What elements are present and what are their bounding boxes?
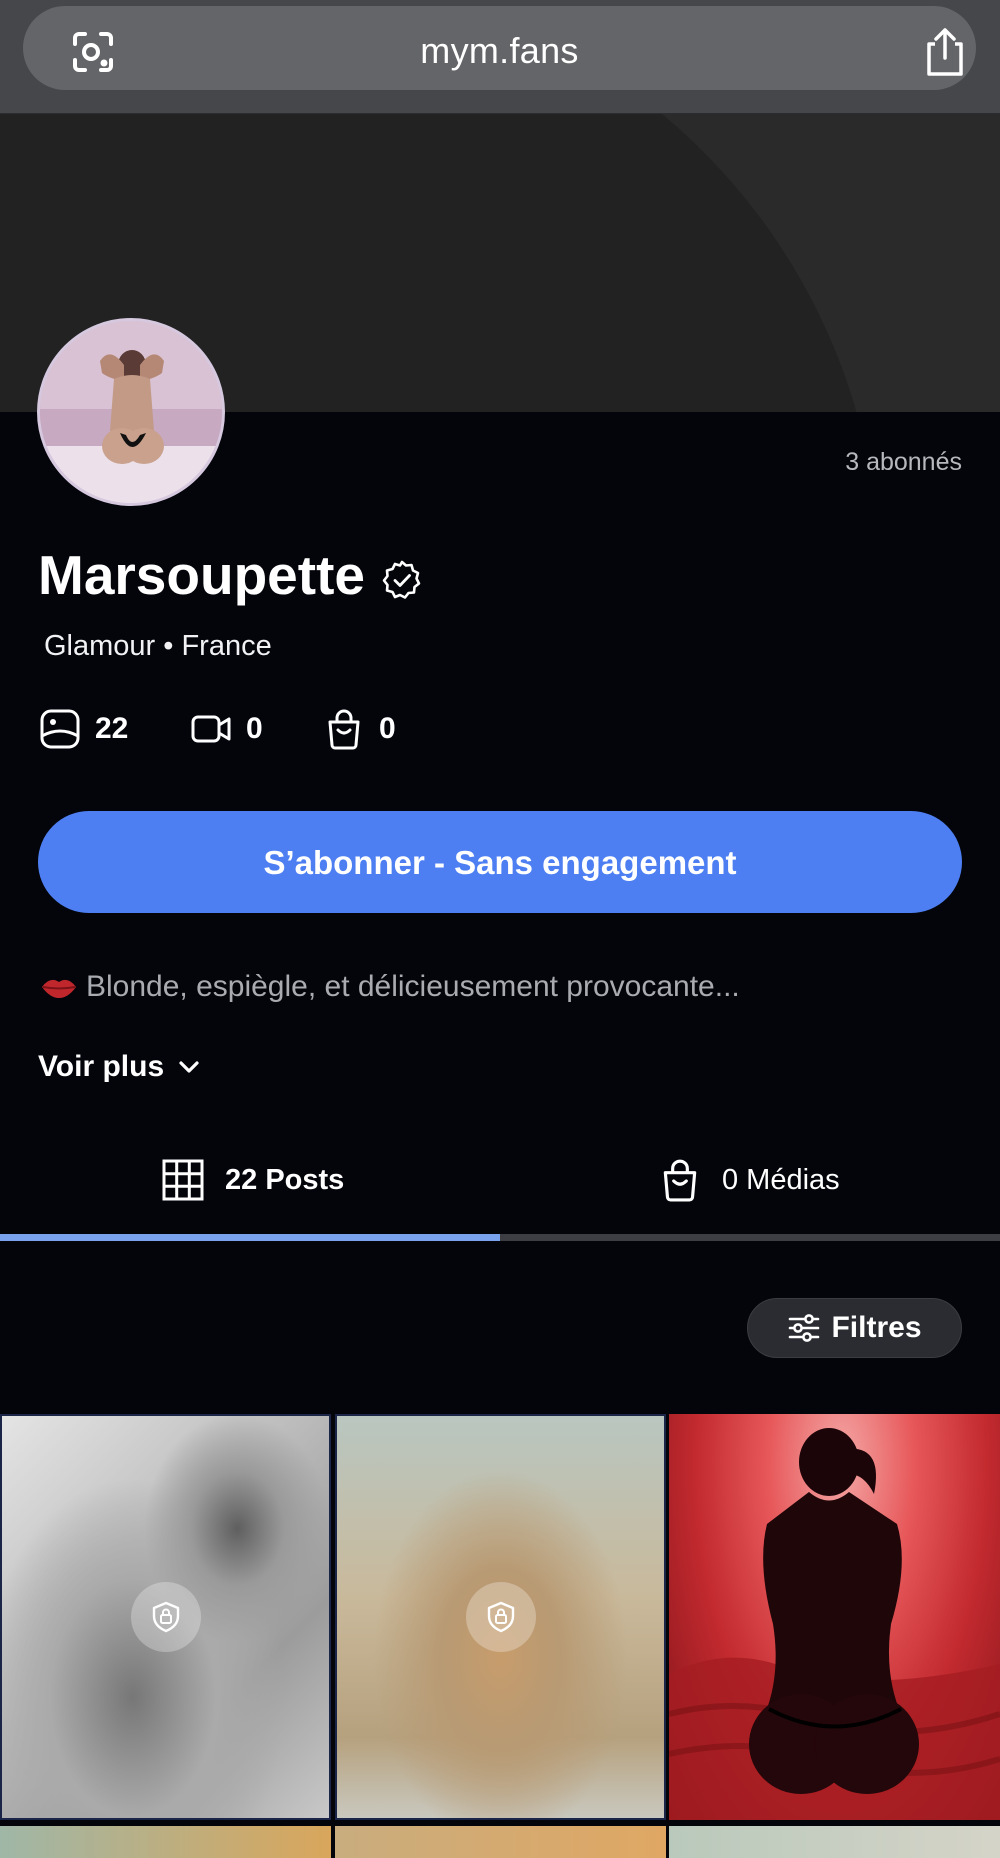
tab-medias-label: 0 Médias: [722, 1163, 840, 1196]
post-thumbnail[interactable]: [0, 1826, 331, 1858]
lock-shield-icon: [487, 1601, 514, 1633]
videos-stat: 0: [190, 706, 263, 752]
shop-stat: 0: [323, 706, 396, 752]
post-thumbnail[interactable]: [669, 1826, 1000, 1858]
tab-indicator-active: [0, 1234, 500, 1241]
post-thumbnail-locked[interactable]: [335, 1414, 666, 1820]
photos-count: 22: [95, 712, 129, 745]
profile-bio: Blonde, espiègle, et délicieusement prov…: [40, 970, 960, 1004]
filters-label: Filtres: [831, 1311, 922, 1344]
profile-name: Marsoupette: [38, 544, 365, 606]
avatar-photo: [40, 321, 222, 503]
see-more-label: Voir plus: [38, 1050, 165, 1083]
shop-count: 0: [379, 712, 396, 745]
shopping-bag-icon: [663, 1159, 697, 1202]
avatar[interactable]: [37, 318, 225, 506]
post-thumbnail[interactable]: [669, 1414, 1000, 1820]
post-photo: [669, 1428, 1000, 1820]
chevron-down-icon: [179, 1061, 199, 1073]
filters-button[interactable]: Filtres: [747, 1298, 962, 1358]
lock-badge: [465, 1582, 536, 1652]
videos-count: 0: [246, 712, 263, 745]
lips-icon: [42, 979, 76, 998]
shopping-bag-icon: [328, 709, 360, 750]
sliders-icon: [789, 1314, 820, 1342]
post-thumbnail-locked[interactable]: [0, 1414, 331, 1820]
share-icon[interactable]: [921, 26, 969, 78]
subscribe-button[interactable]: S’abonner - Sans engagement: [38, 811, 962, 913]
see-more-link[interactable]: Voir plus: [38, 1050, 202, 1084]
profile-category: Glamour • France: [44, 630, 272, 662]
subscriber-count: 3 abonnés: [845, 448, 962, 476]
tab-medias[interactable]: 0 Médias: [658, 1150, 840, 1210]
post-thumbnail[interactable]: [335, 1826, 666, 1858]
lock-badge: [130, 1582, 201, 1652]
tab-posts-label: 22 Posts: [225, 1163, 345, 1196]
tab-posts[interactable]: 22 Posts: [161, 1150, 344, 1210]
image-icon: [40, 709, 80, 749]
bio-text: Blonde, espiègle, et délicieusement prov…: [86, 970, 740, 1003]
browser-toolbar: mym.fans: [0, 0, 1000, 114]
grid-icon: [162, 1159, 204, 1201]
lock-shield-icon: [152, 1601, 179, 1633]
address-bar[interactable]: mym.fans: [23, 6, 976, 90]
url-text[interactable]: mym.fans: [23, 30, 976, 72]
photos-stat: 22: [39, 706, 128, 752]
video-camera-icon: [191, 715, 231, 743]
verified-badge-icon: [382, 560, 421, 599]
